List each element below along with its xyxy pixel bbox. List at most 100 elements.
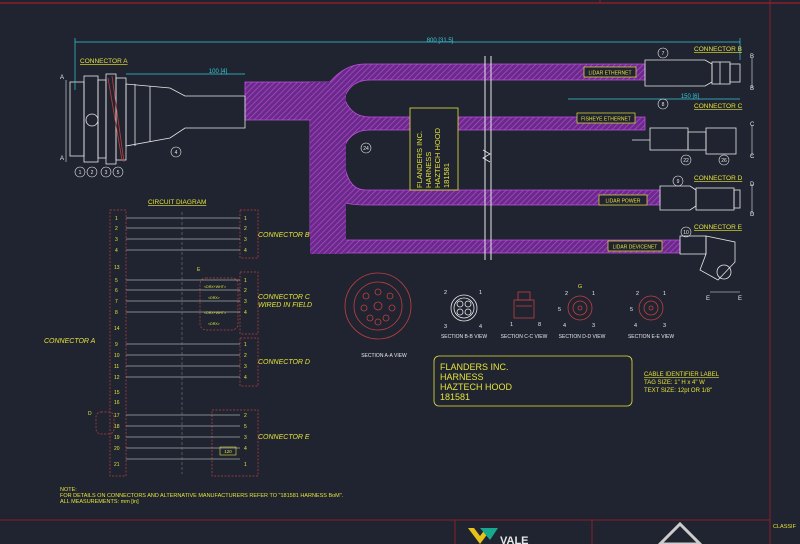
c-pin: 4 (244, 310, 247, 316)
section-marker-e-right: E (738, 296, 742, 302)
b-section-pin: 4 (479, 324, 482, 330)
a-pin: 3 (115, 237, 118, 243)
d-pin: 4 (244, 375, 247, 381)
e-section-pin: 3 (663, 323, 666, 329)
balloon-2: 2 (91, 170, 94, 176)
a-pin: 12 (114, 375, 120, 381)
connector-c-dimension: 150 [6] (681, 94, 700, 100)
connector-b-body (644, 59, 741, 87)
a-pin: 14 (114, 326, 120, 332)
connector-e-body (679, 235, 736, 281)
connector-c-body (632, 127, 737, 155)
circuit-connector-c-wirecodes: <DRX+WHT> <DRX> <DRX+WHT> <DRX> (204, 285, 226, 326)
circuit-connector-labels: CONNECTOR A CONNECTOR B CONNECTOR C WIRE… (44, 232, 312, 441)
e-section-pin: 1 (663, 291, 666, 297)
d-section-pin: 2 (565, 291, 568, 297)
section-e-title: SECTION E-E VIEW (628, 334, 674, 340)
circuit-label-b: CONNECTOR B (258, 232, 310, 239)
section-marker-b-top: B (750, 54, 754, 60)
e-section-pin: 5 (630, 307, 633, 313)
section-marker-a-top: A (60, 75, 64, 81)
balloon-26: 26 (721, 158, 727, 164)
section-d-view (567, 295, 593, 321)
balloon-7: 7 (662, 51, 665, 57)
section-marker-d-top: D (750, 182, 755, 188)
connector-e-title: CONNECTOR E (694, 224, 743, 231)
d-section-pin: 4 (563, 323, 566, 329)
c-wirecode: <DRX+WHT> (204, 285, 226, 289)
d-pin: 2 (244, 353, 247, 359)
balloon-9: 9 (677, 179, 680, 185)
a-pin: 5 (115, 278, 118, 284)
a-pin: 21 (114, 462, 120, 468)
e-section-pin: 2 (636, 291, 639, 297)
d-pin: 3 (244, 364, 247, 370)
hood-tag-line4: 181581 (442, 163, 451, 188)
hood-tag-line1: FLANDERS INC. (415, 131, 424, 188)
a-pin: 8 (115, 310, 118, 316)
balloon-22: 22 (683, 158, 689, 164)
circuit-label-a: CONNECTOR A (44, 338, 96, 345)
section-a-title: SECTION A-A VIEW (361, 353, 407, 359)
section-marker-c-top: C (750, 122, 755, 128)
circuit-title: CIRCUIT DIAGRAM (148, 199, 206, 206)
section-e-view (638, 295, 664, 321)
classification-label: CLASSIF (773, 524, 797, 530)
d-section-pin: 1 (592, 291, 595, 297)
section-marker-b-bottom: B (750, 86, 754, 92)
vale-logo-text: VALE (500, 535, 529, 544)
note-line3: ALL MEASUREMENTS: mm [in] (60, 499, 139, 505)
drawing-frame (0, 0, 800, 544)
balloon-4: 4 (175, 150, 178, 156)
label-spec-size: TAG SIZE: 1" H x 4" W (644, 380, 705, 386)
b-pin: 1 (244, 216, 247, 222)
circuit-wires (126, 212, 240, 474)
a-pin: 11 (114, 364, 119, 370)
a-pin: 13 (114, 265, 120, 271)
b-pin: 4 (244, 248, 247, 254)
c-pin: 3 (244, 299, 247, 305)
d-pin: 1 (244, 342, 247, 348)
section-marker-a-bottom: A (60, 156, 64, 162)
circuit-connector-d-pins: 1 2 3 4 (244, 342, 247, 381)
c-pin: 2 (244, 288, 247, 294)
b-pin: 3 (244, 237, 247, 243)
company-logo-icon (657, 521, 703, 544)
balloon-8: 8 (662, 102, 665, 108)
c-wirecode: <DRX+WHT> (204, 311, 226, 315)
label-spec-text: TEXT SIZE: 12pt OR 1/8" (644, 388, 712, 394)
tag-lidar-ethernet: LIDAR ETHERNET (588, 71, 631, 77)
section-c-view (513, 291, 535, 319)
section-marker-c-bottom: C (750, 154, 755, 160)
a-pin: 15 (114, 390, 120, 396)
c-section-pin: 1 (510, 322, 513, 328)
a-pin: 20 (114, 446, 120, 452)
a-pin: 16 (114, 400, 120, 406)
a-pin: 7 (115, 299, 118, 305)
b-section-pin: 3 (444, 324, 447, 330)
drawing-notes: NOTE: FOR DETAILS ON CONNECTORS AND ALTE… (60, 487, 344, 505)
label-line1: FLANDERS INC. (440, 362, 509, 372)
e-section-pin: 4 (634, 323, 637, 329)
connector-b-title: CONNECTOR B (694, 46, 742, 53)
a-pin: 10 (114, 353, 120, 359)
c-pin: 1 (244, 278, 247, 284)
tag-fisheye-ethernet: FISHEYE ETHERNET (581, 117, 631, 123)
balloon-1: 1 (79, 170, 82, 176)
label-line3: HAZTECH HOOD (440, 382, 513, 392)
label-line2: HARNESS (440, 372, 484, 382)
label-line4: 181581 (440, 392, 470, 402)
e-pin: 1 (244, 462, 247, 468)
section-d-title: SECTION D-D VIEW (559, 334, 606, 340)
connector-a-body (69, 73, 246, 165)
circuit-note-e: E (197, 267, 201, 273)
section-marker-d-bottom: D (750, 212, 755, 218)
section-b-title: SECTION B-B VIEW (441, 334, 487, 340)
circuit-connector-e-pins: 2 5 3 4 1 (244, 413, 247, 468)
circuit-label-c: CONNECTOR C (258, 294, 311, 301)
circuit-label-d: CONNECTOR D (258, 359, 310, 366)
label-spec: CABLE IDENTIFIER LABEL TAG SIZE: 1" H x … (644, 372, 720, 394)
d-section-pin: 3 (592, 323, 595, 329)
connector-d-body (659, 185, 741, 211)
b-section-pin: 2 (444, 290, 447, 296)
